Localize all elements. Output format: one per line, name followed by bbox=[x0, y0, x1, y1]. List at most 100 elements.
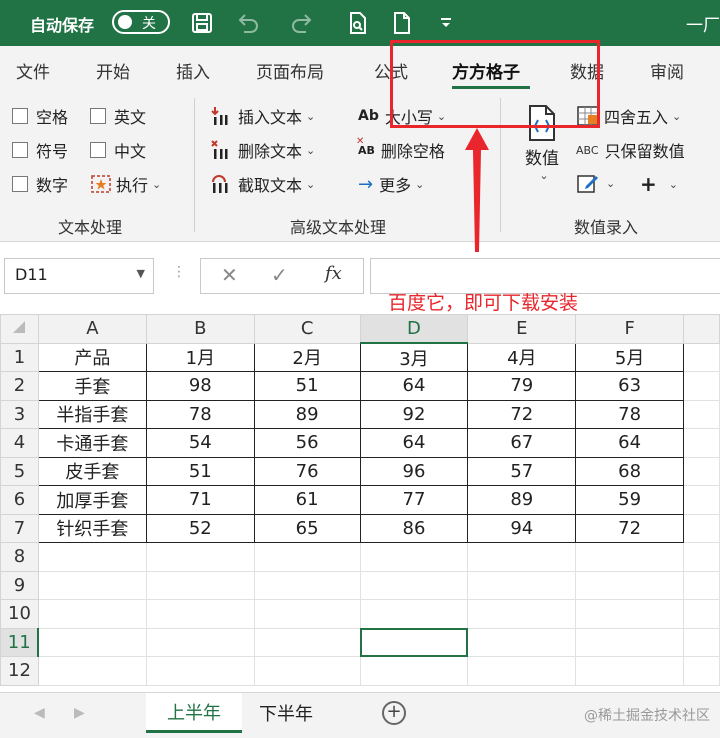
cell-a5[interactable]: 皮手套 bbox=[37, 456, 147, 486]
tab-file[interactable]: 文件 bbox=[16, 58, 50, 83]
row-header-2[interactable]: 2 bbox=[0, 371, 39, 401]
add-button[interactable]: + ⌄ bbox=[640, 172, 678, 196]
cell-d8[interactable] bbox=[359, 542, 469, 572]
edit-cell-button[interactable]: ⌄ bbox=[576, 172, 615, 194]
customize-toolbar-icon[interactable] bbox=[432, 9, 460, 37]
cell-b3[interactable]: 78 bbox=[145, 399, 255, 429]
sheet-tab-second-half[interactable]: 下半年 bbox=[246, 693, 326, 733]
cell-e4[interactable]: 67 bbox=[467, 428, 577, 458]
cell-a4[interactable]: 卡通手套 bbox=[37, 428, 147, 458]
cell-g8[interactable] bbox=[683, 542, 720, 572]
name-box[interactable]: D11 ▼ bbox=[4, 258, 154, 294]
tab-insert[interactable]: 插入 bbox=[176, 58, 210, 83]
column-header-b[interactable]: B bbox=[145, 314, 255, 344]
cell-e5[interactable]: 57 bbox=[467, 456, 577, 486]
cell-d3[interactable]: 92 bbox=[359, 399, 469, 429]
cell-e2[interactable]: 79 bbox=[467, 371, 577, 401]
cell-d12[interactable] bbox=[359, 656, 469, 686]
tab-home[interactable]: 开始 bbox=[96, 58, 130, 83]
cell-a11[interactable] bbox=[37, 627, 147, 657]
cell-d1[interactable]: 3月 bbox=[359, 342, 469, 372]
row-header-4[interactable]: 4 bbox=[0, 428, 39, 458]
cell-g9[interactable] bbox=[683, 570, 720, 600]
cell-f1[interactable]: 5月 bbox=[575, 342, 685, 372]
cell-d5[interactable]: 96 bbox=[359, 456, 469, 486]
new-document-icon[interactable] bbox=[388, 9, 416, 37]
delete-text-button[interactable]: 删除文本 ⌄ bbox=[210, 138, 315, 162]
row-header-11[interactable]: 11 bbox=[0, 627, 40, 657]
cell-b1[interactable]: 1月 bbox=[145, 342, 255, 372]
cell-d4[interactable]: 64 bbox=[359, 428, 469, 458]
cell-b5[interactable]: 51 bbox=[145, 456, 255, 486]
checkbox-box[interactable] bbox=[90, 108, 106, 124]
cell-c7[interactable]: 65 bbox=[253, 513, 361, 543]
cell-c9[interactable] bbox=[253, 570, 361, 600]
cell-a1[interactable]: 产品 bbox=[37, 342, 147, 372]
checkbox-box[interactable] bbox=[90, 142, 106, 158]
cell-g4[interactable] bbox=[683, 428, 720, 458]
cell-e11[interactable] bbox=[467, 627, 577, 657]
checkbox-box[interactable] bbox=[12, 108, 28, 124]
cell-d2[interactable]: 64 bbox=[359, 371, 469, 401]
cell-g10[interactable] bbox=[683, 599, 720, 629]
cell-e8[interactable] bbox=[467, 542, 577, 572]
row-header-8[interactable]: 8 bbox=[0, 542, 39, 572]
cell-c8[interactable] bbox=[253, 542, 361, 572]
execute-button[interactable]: 执行 ⌄ bbox=[90, 172, 161, 196]
cell-b2[interactable]: 98 bbox=[145, 371, 255, 401]
cell-f5[interactable]: 68 bbox=[575, 456, 685, 486]
cell-b12[interactable] bbox=[145, 656, 255, 686]
checkbox-space[interactable]: 空格 bbox=[12, 104, 68, 128]
cell-c5[interactable]: 76 bbox=[253, 456, 361, 486]
cell-c4[interactable]: 56 bbox=[253, 428, 361, 458]
keep-values-button[interactable]: ABC 只保留数值 bbox=[576, 138, 685, 162]
row-header-12[interactable]: 12 bbox=[0, 656, 39, 686]
row-header-5[interactable]: 5 bbox=[0, 456, 39, 486]
row-header-1[interactable]: 1 bbox=[0, 342, 39, 372]
cell-f12[interactable] bbox=[575, 656, 685, 686]
cell-g12[interactable] bbox=[683, 656, 720, 686]
cell-b6[interactable]: 71 bbox=[145, 485, 255, 515]
cell-g3[interactable] bbox=[683, 399, 720, 429]
cell-f9[interactable] bbox=[575, 570, 685, 600]
column-header-e[interactable]: E bbox=[467, 314, 577, 344]
cell-c1[interactable]: 2月 bbox=[253, 342, 361, 372]
cell-g2[interactable] bbox=[683, 371, 720, 401]
extract-text-button[interactable]: 截取文本 ⌄ bbox=[210, 172, 315, 196]
cell-f11[interactable] bbox=[575, 627, 685, 657]
cell-e10[interactable] bbox=[467, 599, 577, 629]
row-header-3[interactable]: 3 bbox=[0, 399, 39, 429]
cell-e7[interactable]: 94 bbox=[467, 513, 577, 543]
column-header-g[interactable] bbox=[683, 314, 720, 344]
cell-b11[interactable] bbox=[145, 627, 255, 657]
cell-d9[interactable] bbox=[359, 570, 469, 600]
cell-a10[interactable] bbox=[37, 599, 147, 629]
cell-g7[interactable] bbox=[683, 513, 720, 543]
checkbox-digit[interactable]: 数字 bbox=[12, 172, 68, 196]
cell-e9[interactable] bbox=[467, 570, 577, 600]
cell-c6[interactable]: 61 bbox=[253, 485, 361, 515]
cell-b10[interactable] bbox=[145, 599, 255, 629]
checkbox-symbol[interactable]: 符号 bbox=[12, 138, 68, 162]
tab-page-layout[interactable]: 页面布局 bbox=[256, 58, 324, 83]
active-cell-d11[interactable] bbox=[359, 627, 469, 657]
cell-g11[interactable] bbox=[683, 627, 720, 657]
row-header-7[interactable]: 7 bbox=[0, 513, 39, 543]
cell-a12[interactable] bbox=[37, 656, 147, 686]
autosave-toggle[interactable]: 关 bbox=[112, 10, 170, 34]
cell-f2[interactable]: 63 bbox=[575, 371, 685, 401]
cell-a2[interactable]: 手套 bbox=[37, 371, 147, 401]
confirm-icon[interactable]: ✓ bbox=[271, 263, 288, 287]
cell-f3[interactable]: 78 bbox=[575, 399, 685, 429]
cell-d10[interactable] bbox=[359, 599, 469, 629]
cell-a3[interactable]: 半指手套 bbox=[37, 399, 147, 429]
cell-a6[interactable]: 加厚手套 bbox=[37, 485, 147, 515]
row-header-6[interactable]: 6 bbox=[0, 485, 39, 515]
column-header-a[interactable]: A bbox=[37, 314, 147, 344]
add-sheet-icon[interactable]: + bbox=[382, 701, 406, 725]
save-icon[interactable] bbox=[188, 9, 216, 37]
cell-e3[interactable]: 72 bbox=[467, 399, 577, 429]
cell-c11[interactable] bbox=[253, 627, 361, 657]
checkbox-box[interactable] bbox=[12, 142, 28, 158]
cell-e12[interactable] bbox=[467, 656, 577, 686]
